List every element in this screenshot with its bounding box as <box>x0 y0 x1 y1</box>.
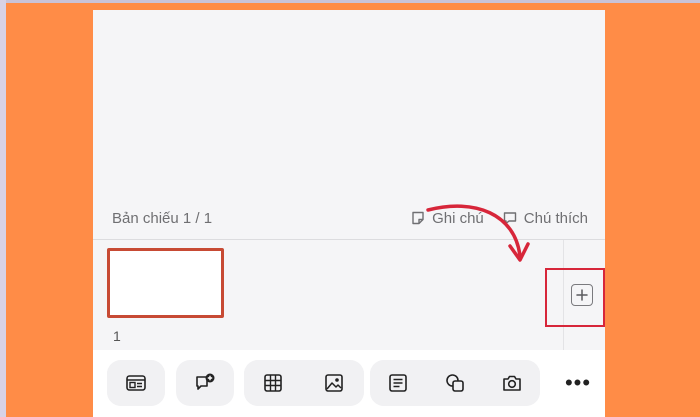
annotation-highlight-box <box>545 268 605 327</box>
bottom-toolbar: ••• <box>93 350 605 417</box>
layout-button[interactable] <box>107 360 165 406</box>
table-icon <box>264 374 282 392</box>
shapes-button[interactable] <box>427 360 483 406</box>
table-button[interactable] <box>244 360 302 406</box>
shapes-icon <box>446 374 464 392</box>
slide-counter: Bản chiếu 1 / 1 <box>112 209 213 227</box>
comment-add-icon <box>196 373 215 390</box>
text-box-button[interactable] <box>370 360 426 406</box>
annotation-arrow <box>426 204 530 262</box>
camera-button[interactable] <box>484 360 540 406</box>
image-icon <box>324 374 343 392</box>
layout-icon <box>126 375 146 391</box>
frame-top-border <box>0 0 700 3</box>
more-button[interactable]: ••• <box>563 360 593 406</box>
slide-number: 1 <box>113 328 121 344</box>
image-button[interactable] <box>303 360 364 406</box>
camera-icon <box>503 375 521 391</box>
frame-left-border <box>0 0 6 417</box>
text-box-icon <box>389 374 407 392</box>
more-icon: ••• <box>564 370 592 395</box>
add-comment-button[interactable] <box>176 360 234 406</box>
slide-thumbnail[interactable] <box>107 248 224 318</box>
